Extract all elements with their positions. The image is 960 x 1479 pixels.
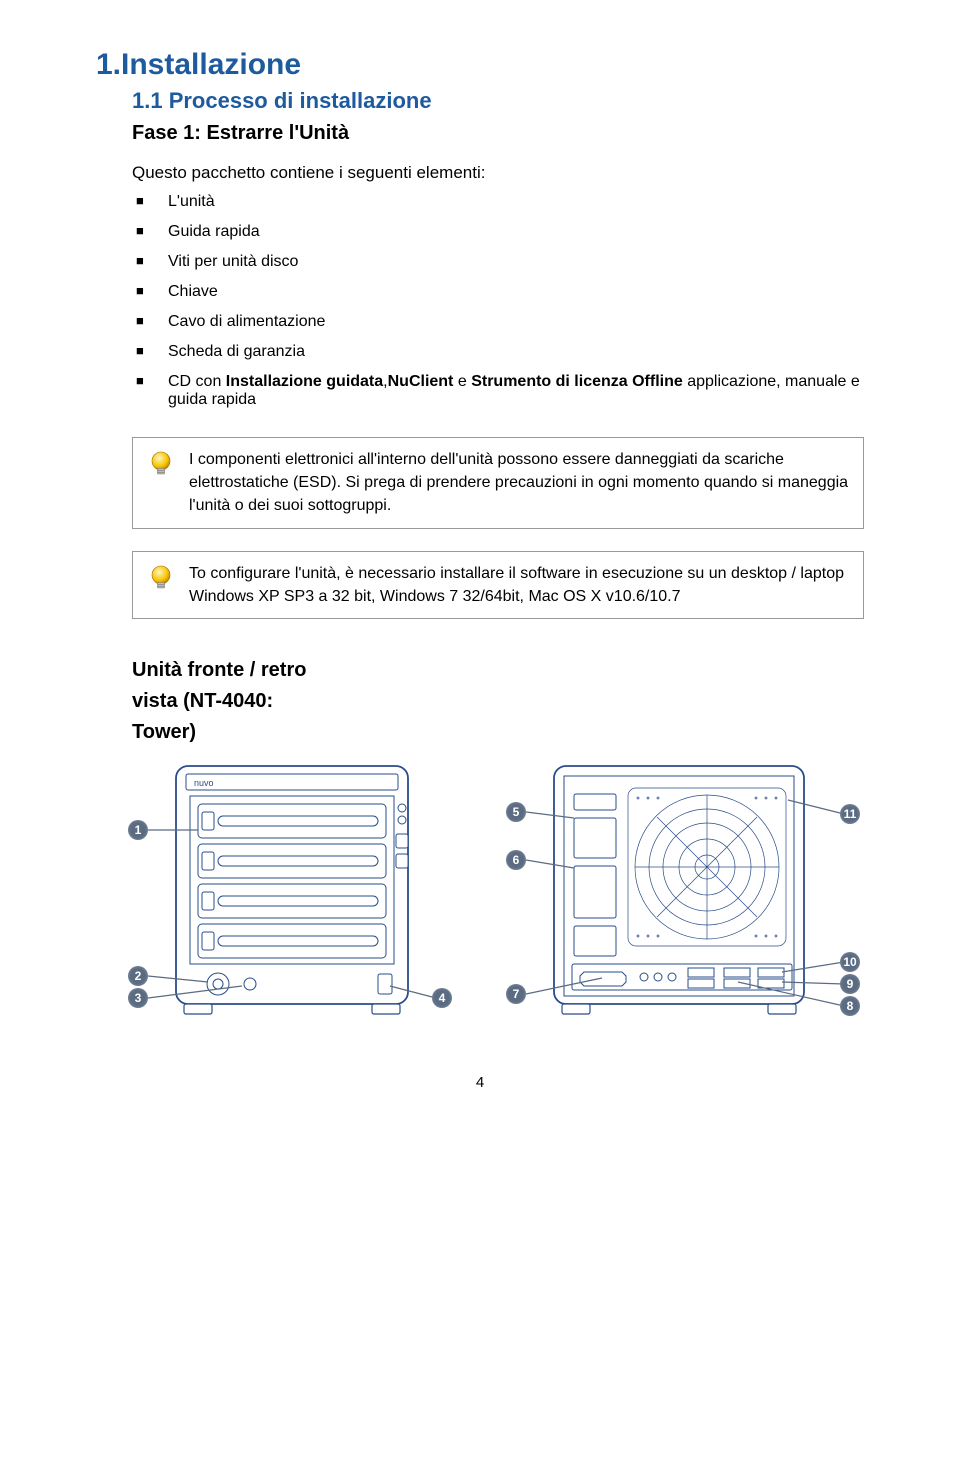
callout-front-4: 4 [432,988,452,1008]
intro-text: Questo pacchetto contiene i seguenti ele… [132,163,864,183]
callout-rear-7: 7 [506,984,526,1004]
heading-3: Fase 1: Estrarre l'Unità [132,122,864,145]
callout-rear-11: 11 [840,804,860,824]
note-text: I componenti elettronici all'interno del… [189,448,849,518]
callout-rear-10: 10 [840,952,860,972]
title-line-3: Tower) [132,721,196,743]
heading-1: 1.Installazione [96,48,864,82]
figure-rear: 5 6 7 11 10 9 8 [510,758,880,1028]
svg-text:nuvo: nuvo [194,778,214,788]
figure-front: nuvo [132,758,462,1028]
note-box-esd: I componenti elettronici all'interno del… [132,437,864,529]
unit-views-title: Unità fronte / retro vista (NT-4040: Tow… [132,655,864,748]
note-text: To configurare l'unità, è necessario ins… [189,562,849,608]
callout-front-1: 1 [128,820,148,840]
heading-2: 1.1 Processo di installazione [132,88,864,114]
list-item-cd: CD con Installazione guidata,NuClient e … [132,367,864,415]
lightbulb-icon [147,564,175,599]
callout-front-3: 3 [128,988,148,1008]
package-list: L'unità Guida rapida Viti per unità disc… [132,187,864,415]
callout-rear-6: 6 [506,850,526,870]
list-item: Chiave [132,277,864,307]
cd-bold-3: Strumento di licenza Offline [471,373,683,390]
list-item: Cavo di alimentazione [132,307,864,337]
list-item: Guida rapida [132,217,864,247]
device-rear-illustration [510,758,880,1028]
title-line-2: vista (NT-4040: [132,690,273,712]
cd-bold-2: NuClient [388,373,454,390]
page-number: 4 [96,1074,864,1091]
device-front-illustration: nuvo [132,758,462,1028]
cd-mid-2: e [453,373,471,390]
callout-rear-8: 8 [840,996,860,1016]
cd-bold-1: Installazione guidata [226,373,383,390]
figures-row: nuvo [132,758,864,1028]
list-item: L'unità [132,187,864,217]
title-line-1: Unità fronte / retro [132,659,306,681]
cd-prefix: CD con [168,373,226,390]
list-item: Scheda di garanzia [132,337,864,367]
callout-front-2: 2 [128,966,148,986]
callout-rear-5: 5 [506,802,526,822]
note-box-os: To configurare l'unità, è necessario ins… [132,551,864,619]
lightbulb-icon [147,450,175,485]
list-item: Viti per unità disco [132,247,864,277]
callout-rear-9: 9 [840,974,860,994]
